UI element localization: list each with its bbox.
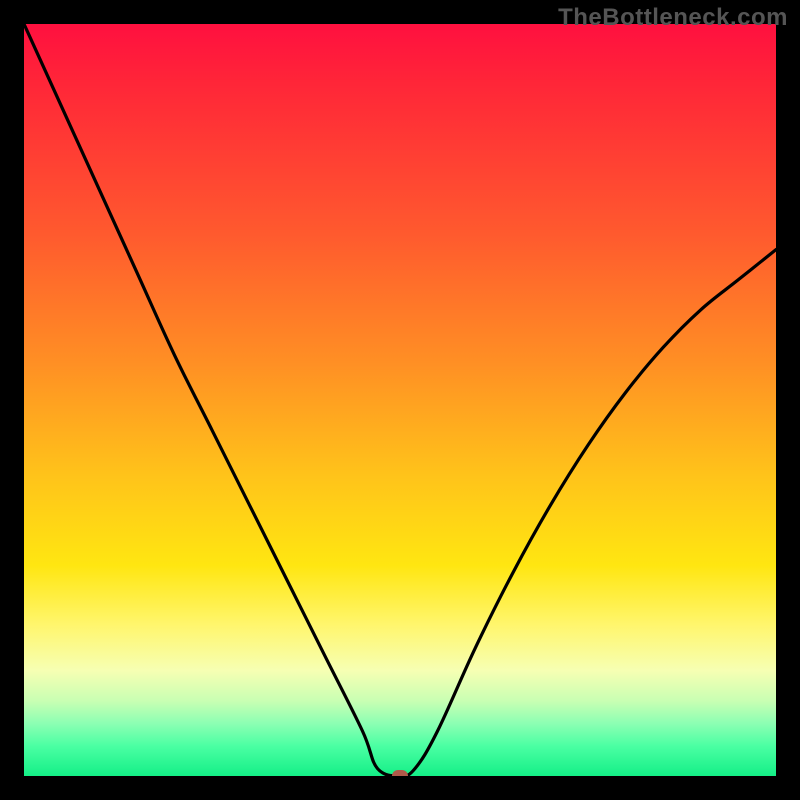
watermark-text: TheBottleneck.com [558,4,788,32]
chart-frame: TheBottleneck.com [0,0,800,800]
minimum-marker [392,770,408,776]
curve-svg [24,24,776,776]
plot-area [24,24,776,776]
bottleneck-curve [24,24,776,776]
